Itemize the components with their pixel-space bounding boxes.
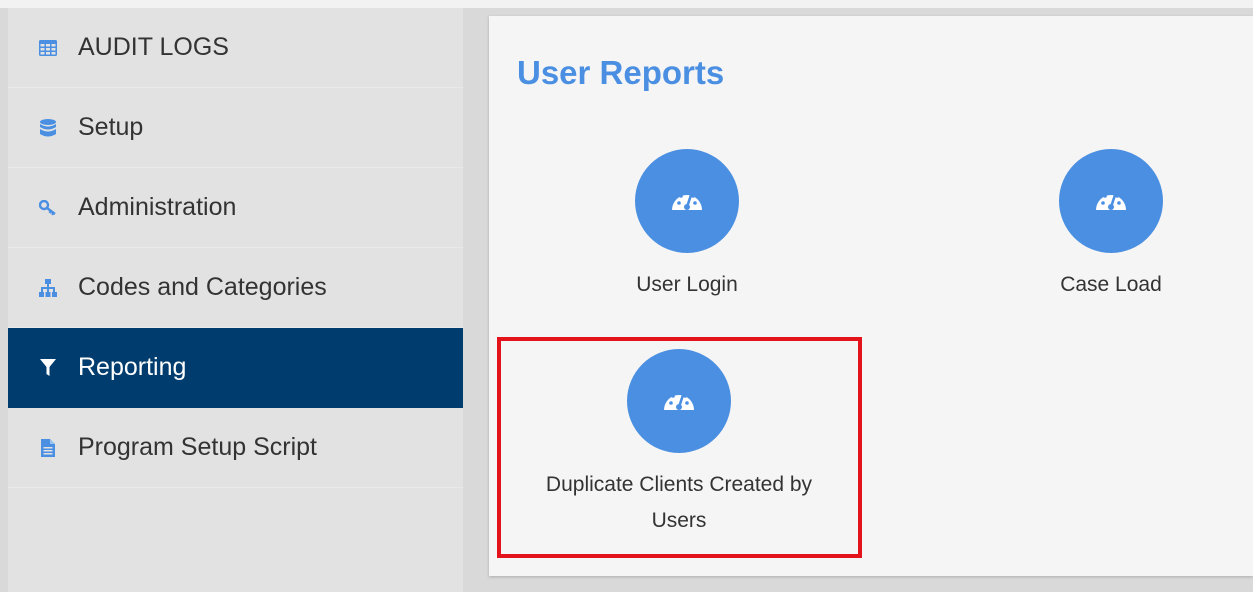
report-label: Case Load	[1060, 273, 1162, 296]
report-icon-circle	[1059, 149, 1163, 253]
page-title: User Reports	[517, 54, 725, 91]
sidebar-item-reporting[interactable]: Reporting	[8, 328, 463, 408]
database-icon	[38, 118, 58, 138]
dashboard-icon	[670, 186, 704, 217]
dashboard-icon	[1094, 186, 1128, 217]
report-duplicate-clients[interactable]: Duplicate Clients Created by Users	[499, 349, 859, 539]
report-icon-circle	[627, 349, 731, 453]
sidebar-item-label: Setup	[78, 113, 144, 141]
table-icon	[38, 38, 58, 58]
sidebar-item-label: Codes and Categories	[78, 273, 327, 301]
report-case-load[interactable]: Case Load	[931, 149, 1253, 303]
sidebar-item-administration[interactable]: Administration	[8, 168, 463, 248]
file-icon	[38, 438, 58, 458]
sitemap-icon	[38, 278, 58, 298]
filter-icon	[38, 358, 58, 378]
key-icon	[38, 198, 58, 218]
sidebar-item-codes-and-categories[interactable]: Codes and Categories	[8, 248, 463, 328]
user-reports-card: User Reports User Login Case Load Duplic…	[489, 16, 1253, 576]
sidebar-item-label: Program Setup Script	[78, 433, 317, 461]
report-label: Duplicate Clients Created by Users	[545, 473, 813, 532]
sidebar: AUDIT LOGS Setup Administration Codes an…	[8, 8, 463, 592]
sidebar-item-audit-logs[interactable]: AUDIT LOGS	[8, 8, 463, 88]
sidebar-item-program-setup-script[interactable]: Program Setup Script	[8, 408, 463, 488]
sidebar-item-label: Administration	[78, 193, 237, 221]
sidebar-item-label: Reporting	[78, 353, 187, 381]
report-user-login[interactable]: User Login	[507, 149, 867, 303]
report-icon-circle	[635, 149, 739, 253]
report-label: User Login	[636, 273, 738, 296]
top-strip	[0, 0, 1253, 8]
sidebar-item-setup[interactable]: Setup	[8, 88, 463, 168]
sidebar-item-label: AUDIT LOGS	[78, 33, 229, 61]
dashboard-icon	[662, 386, 696, 417]
